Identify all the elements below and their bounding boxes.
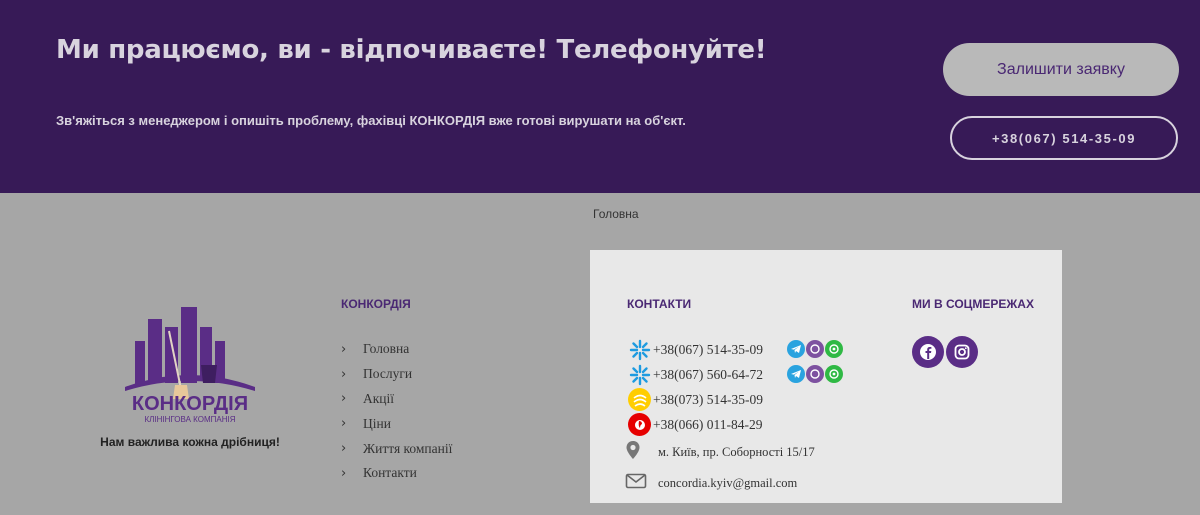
menu-item-label: Життя компанії bbox=[363, 440, 453, 456]
logo-subtitle: КЛІНІНГОВА КОМПАНІЯ bbox=[145, 415, 236, 424]
instagram-icon[interactable] bbox=[946, 336, 978, 368]
whatsapp-icon[interactable] bbox=[825, 365, 843, 383]
contacts-panel: КОНТАКТИ МИ В СОЦМЕРЕЖАХ +38(067) 514-35… bbox=[590, 250, 1062, 503]
menu-item-label: Ціни bbox=[363, 415, 391, 431]
phone-row[interactable]: +38(073) 514-35-09 bbox=[628, 388, 763, 411]
menu-item-label: Головна bbox=[363, 341, 410, 357]
contacts-heading: КОНТАКТИ bbox=[627, 297, 692, 311]
phone-number[interactable]: +38(067) 514-35-09 bbox=[653, 342, 763, 358]
social-heading: МИ В СОЦМЕРЕЖАХ bbox=[912, 297, 1034, 311]
menu-item-services[interactable]: › Послуги bbox=[341, 362, 452, 387]
cta-title: Ми працюємо, ви - відпочиваєте! Телефону… bbox=[56, 35, 767, 65]
menu-item-label: Контакти bbox=[363, 465, 417, 481]
logo-name: КОНКОРДІЯ bbox=[132, 393, 248, 415]
menu-item-home[interactable]: › Головна bbox=[341, 337, 452, 362]
footer-menu: › Головна › Послуги › Акції › Ціни › Життя ко… bbox=[341, 337, 452, 486]
address-text: м. Київ, пр. Соборності 15/17 bbox=[658, 444, 815, 459]
chevron-right-icon: › bbox=[341, 416, 347, 432]
email-text[interactable]: concordia.kyiv@gmail.com bbox=[658, 476, 797, 491]
chevron-right-icon: › bbox=[341, 391, 347, 407]
map-pin-icon bbox=[625, 440, 658, 464]
chevron-right-icon: › bbox=[341, 341, 347, 357]
facebook-icon[interactable] bbox=[912, 336, 944, 368]
messenger-links bbox=[787, 365, 843, 383]
viber-icon[interactable] bbox=[806, 340, 824, 358]
lifecell-icon bbox=[628, 388, 651, 411]
telegram-icon[interactable] bbox=[787, 365, 805, 383]
menu-heading: КОНКОРДІЯ bbox=[341, 297, 411, 311]
cta-subtitle: Зв'яжіться з менеджером і опишіть пробле… bbox=[56, 113, 686, 128]
kyivstar-icon bbox=[628, 363, 651, 386]
viber-icon[interactable] bbox=[806, 365, 824, 383]
phone-number[interactable]: +38(066) 011-84-29 bbox=[653, 417, 762, 433]
menu-item-contacts[interactable]: › Контакти bbox=[341, 461, 452, 486]
tagline: Нам важлива кожна дрібниця! bbox=[100, 435, 280, 449]
phone-row[interactable]: +38(067) 514-35-09 bbox=[628, 338, 763, 361]
messenger-links bbox=[787, 340, 843, 358]
phone-number[interactable]: +38(073) 514-35-09 bbox=[653, 392, 763, 408]
kyivstar-icon bbox=[628, 338, 651, 361]
menu-item-promotions[interactable]: › Акції bbox=[341, 387, 452, 412]
menu-item-label: Акції bbox=[363, 390, 395, 406]
envelope-icon bbox=[625, 473, 658, 493]
chevron-right-icon: › bbox=[341, 366, 347, 382]
whatsapp-icon[interactable] bbox=[825, 340, 843, 358]
email-row[interactable]: concordia.kyiv@gmail.com bbox=[625, 473, 797, 493]
menu-item-company-life[interactable]: › Життя компанії bbox=[341, 436, 452, 461]
telegram-icon[interactable] bbox=[787, 340, 805, 358]
breadcrumb[interactable]: Головна bbox=[593, 207, 639, 221]
menu-item-label: Послуги bbox=[363, 366, 413, 382]
chevron-right-icon: › bbox=[341, 465, 347, 481]
phone-row[interactable]: +38(066) 011-84-29 bbox=[628, 413, 762, 436]
request-button[interactable]: Залишити заявку bbox=[943, 43, 1179, 96]
phone-button[interactable]: +38(067) 514-35-09 bbox=[950, 116, 1178, 160]
vodafone-icon bbox=[628, 413, 651, 436]
address-row: м. Київ, пр. Соборності 15/17 bbox=[625, 440, 815, 464]
phone-number[interactable]: +38(067) 560-64-72 bbox=[653, 367, 763, 383]
cta-banner: Ми працюємо, ви - відпочиваєте! Телефону… bbox=[0, 0, 1200, 193]
chevron-right-icon: › bbox=[341, 441, 347, 457]
company-logo[interactable]: КОНКОРДІЯ КЛІНІНГОВА КОМПАНІЯ bbox=[115, 305, 265, 425]
phone-row[interactable]: +38(067) 560-64-72 bbox=[628, 363, 763, 386]
menu-item-prices[interactable]: › Ціни bbox=[341, 411, 452, 436]
